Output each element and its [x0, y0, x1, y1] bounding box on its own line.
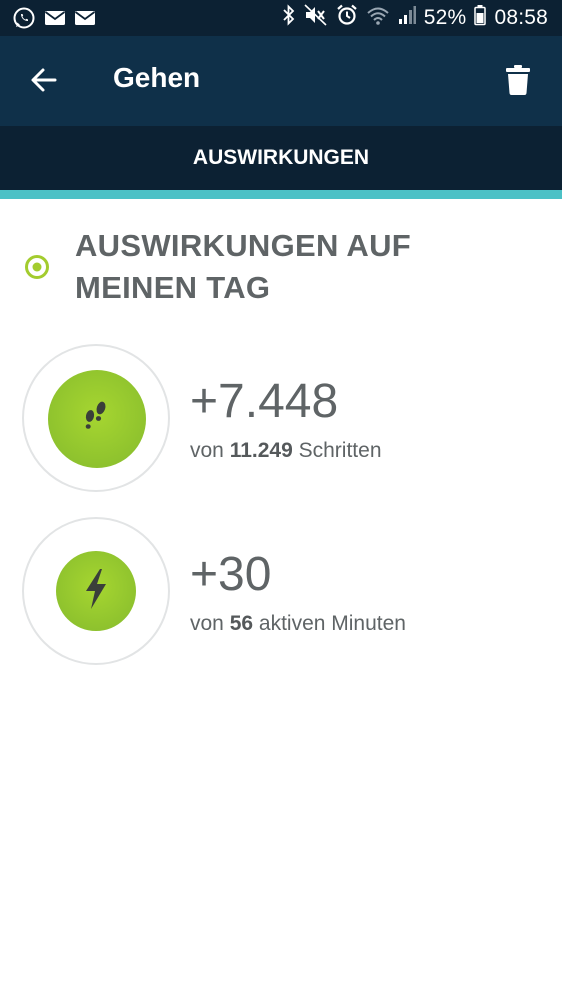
- arrow-left-icon: [30, 66, 58, 99]
- minutes-value: +30: [190, 548, 272, 601]
- steps-prefix: von: [190, 439, 224, 462]
- status-bar: 52% 08:58: [0, 0, 562, 36]
- minutes-prefix: von: [190, 612, 224, 635]
- mail-icon: [44, 9, 66, 32]
- bluetooth-icon: [282, 4, 296, 32]
- tab-auswirkungen[interactable]: AUSWIRKUNGEN: [0, 126, 562, 190]
- delete-button[interactable]: [494, 58, 542, 106]
- battery-level: 52%: [423, 6, 467, 29]
- tab-bar: AUSWIRKUNGEN: [0, 126, 562, 190]
- status-right-icons: 52% 08:58: [282, 4, 548, 32]
- lightning-icon: [78, 567, 114, 616]
- active-minutes-metric: +30 von 56 aktiven Minuten: [0, 513, 562, 673]
- section-title: AUSWIRKUNGEN AUF MEINEN TAG: [75, 228, 412, 305]
- signal-icon: [398, 4, 416, 32]
- wifi-icon: [366, 4, 390, 32]
- mute-icon: [304, 4, 328, 32]
- steps-unit: Schritten: [298, 439, 382, 462]
- steps-subtitle: von 11.249 Schritten: [190, 438, 382, 464]
- minutes-unit: aktiven Minuten: [258, 612, 406, 635]
- minutes-subtitle: von 56 aktiven Minuten: [190, 611, 406, 637]
- page-title: Gehen: [113, 62, 201, 93]
- footsteps-icon: [77, 397, 117, 442]
- status-left-icons: [12, 6, 96, 35]
- whatsapp-icon: [12, 6, 36, 35]
- steps-total: 11.249: [229, 439, 293, 462]
- minutes-badge: [56, 551, 136, 631]
- trash-icon: [506, 64, 530, 100]
- app-bar: Gehen: [0, 36, 562, 126]
- battery-icon: [474, 4, 487, 32]
- minutes-total: 56: [229, 612, 254, 635]
- radio-dot-icon: [24, 254, 50, 280]
- alarm-icon: [336, 4, 358, 32]
- tab-indicator: [0, 190, 562, 199]
- steps-metric: +7.448 von 11.249 Schritten: [0, 340, 562, 500]
- clock: 08:58: [494, 6, 548, 29]
- mail-icon: [74, 9, 96, 32]
- steps-value: +7.448: [190, 375, 339, 428]
- steps-badge: [48, 370, 146, 468]
- back-button[interactable]: [20, 58, 68, 106]
